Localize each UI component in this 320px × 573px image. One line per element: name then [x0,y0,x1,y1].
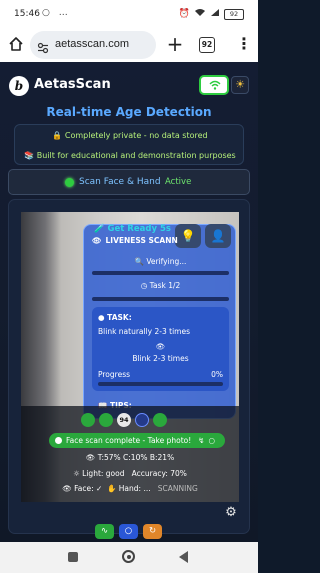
home-icon[interactable] [8,36,24,52]
task-box: ● TASK: Blink naturally 2-3 times 👁 Blin… [92,307,229,391]
signal-icon [194,8,206,20]
indicator-eyes [99,413,113,427]
progress-label: Progress [98,370,131,379]
education-line: 📚 Built for educational and demonstratio… [24,151,236,160]
camera-feed: 🧪 Get Ready 5s 💡 👤 👁 LIVENESS SCANN 🔍 Ver… [21,212,239,502]
app-title: AetasScan [34,77,111,92]
indicator-face [81,413,95,427]
liveness-card: 🧪 Get Ready 5s 💡 👤 👁 LIVENESS SCANN 🔍 Ver… [83,224,236,419]
user-icon[interactable]: 👤 [205,224,231,248]
indicator-light [153,413,167,427]
indicator-hand [135,413,149,427]
theme-toggle-sun-icon[interactable]: ☀ [231,76,249,94]
task-heading: ● TASK: [98,313,132,322]
pulse-icon[interactable]: ∿ [95,524,114,539]
notification-icons: ○ … [42,8,71,18]
address-bar[interactable]: aetasscan.com [30,31,156,59]
new-tab-button[interactable]: + [166,34,184,54]
alarm-icon: ⏰ [178,9,190,19]
tab-switcher-button[interactable]: 92 [199,37,215,53]
url-text[interactable]: aetasscan.com [55,38,129,50]
wifi-icon [209,80,221,90]
scan-complete-text: Face scan complete - Take photo! [66,436,192,445]
task-eye-icon: 👁 [155,342,166,351]
recents-icon[interactable] [68,552,78,562]
complete-dot [55,437,62,444]
browser-menu-icon[interactable]: ⋮ [236,34,252,54]
action-buttons: ∿ ○ ↻ [0,518,258,542]
connection-button[interactable] [199,75,229,95]
scan-mode-status: Active [165,177,192,187]
eye-icon: 👁 [92,236,102,245]
app-header: b AetasScan ☀ [0,62,258,102]
privacy-notice: 🔒 Completely private - no data stored 📚 … [14,124,244,165]
camera-panel: 🧪 Get Ready 5s 💡 👤 👁 LIVENESS SCANN 🔍 Ver… [8,199,250,534]
bulb-icon[interactable]: 💡 [175,224,201,248]
flash-spinner-icons: ↯○ [198,436,219,445]
detector-indicators: 94 [21,409,239,431]
record-icon[interactable]: ○ [119,524,138,539]
get-ready-countdown: 🧪 Get Ready 5s [94,224,171,234]
task-bar [92,297,229,301]
site-settings-icon[interactable] [37,39,49,54]
active-indicator-dot [65,178,74,187]
app-root: b AetasScan ☀ Real-time Age Detection 🔒 … [0,62,258,542]
privacy-line: 🔒 Completely private - no data stored [52,131,208,140]
home-nav-icon[interactable] [122,550,135,563]
verify-bar [92,271,229,275]
detection-status-line: 👁 Face: ✓ ✋ Hand: ... SCANNING [62,484,198,493]
system-nav-bar [0,542,258,573]
progress-bar [98,382,223,386]
stats-line: 👁 T:57% C:10% B:21% [85,453,175,462]
cell-signal-icon [210,8,220,20]
status-time: 15:46 [14,9,40,19]
page-headline: Real-time Age Detection [46,105,212,119]
task-short-instruction: Blink 2-3 times [132,354,189,363]
score-badge: 94 [117,413,131,427]
status-right-icons: ⏰ 92 [179,8,244,20]
scan-mode-label: Scan Face & Hand [79,177,161,187]
battery-icon: 92 [224,8,244,20]
browser-toolbar: aetasscan.com + 92 ⋮ [0,28,258,62]
back-icon[interactable] [179,551,188,563]
status-bar: 15:46 ○ … ⏰ 92 [0,0,258,28]
refresh-icon[interactable]: ↻ [143,524,162,539]
light-accuracy-line: ☼ Light: good Accuracy: 70% [73,469,187,478]
scan-mode-toggle[interactable]: Scan Face & Hand Active [8,169,250,195]
task-instruction: Blink naturally 2-3 times [98,327,190,336]
progress-value: 0% [211,370,223,379]
scan-complete-banner[interactable]: Face scan complete - Take photo! ↯○ [49,433,225,448]
task-step: ◷ Task 1/2 [140,281,181,290]
liveness-title: 👁 LIVENESS SCANN [92,236,178,245]
verifying-text: 🔍 Verifying... [134,257,187,266]
app-logo[interactable]: b [9,76,29,96]
